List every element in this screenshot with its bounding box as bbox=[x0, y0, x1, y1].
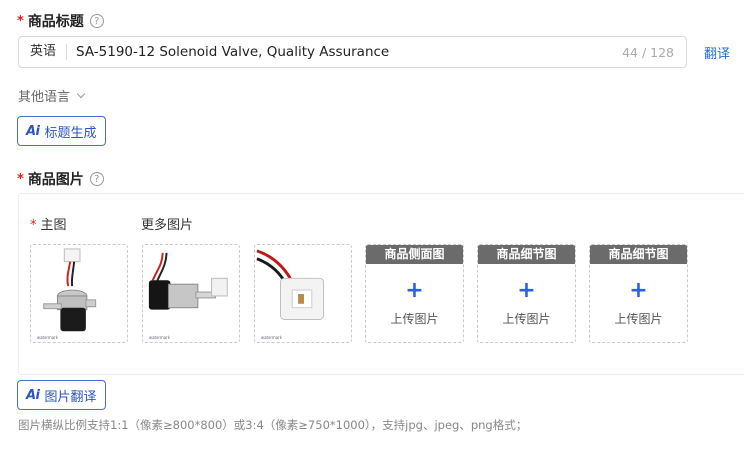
plus-icon: + bbox=[629, 278, 648, 303]
required-mark: * bbox=[30, 218, 37, 233]
other-languages-label: 其他语言 bbox=[18, 90, 71, 105]
chevron-down-icon bbox=[76, 89, 86, 98]
svg-text:watermark: watermark bbox=[37, 335, 59, 340]
upload-slot-detail-2[interactable]: 商品细节图 + 上传图片 bbox=[589, 244, 688, 343]
question-circle-icon[interactable]: ? bbox=[89, 172, 104, 186]
title-section-label: * 商品标题 ? bbox=[17, 11, 104, 31]
slot-header: 商品细节图 bbox=[478, 245, 575, 264]
plus-icon: + bbox=[517, 278, 536, 303]
image-format-hint: 图片横纵比例支持1:1（像素≥800*800）或3:4（像素≥750*1000）… bbox=[18, 418, 528, 432]
title-value[interactable]: SA-5190-12 Solenoid Valve, Quality Assur… bbox=[67, 44, 622, 60]
title-label: 商品标题 bbox=[27, 14, 84, 30]
required-mark: * bbox=[17, 13, 24, 29]
slot-header: 商品侧面图 bbox=[366, 245, 463, 264]
image-label: 商品图片 bbox=[27, 172, 84, 188]
plus-icon: + bbox=[405, 278, 424, 303]
svg-text:watermark: watermark bbox=[261, 335, 283, 340]
language-tag: 英语 bbox=[19, 44, 68, 60]
required-mark: * bbox=[17, 171, 24, 187]
other-languages-toggle[interactable]: 其他语言 bbox=[18, 86, 86, 105]
upload-label: 上传图片 bbox=[502, 312, 551, 326]
more-image-1[interactable]: watermark bbox=[142, 244, 240, 343]
connector-photo: watermark bbox=[256, 249, 325, 340]
ai-title-generate-label: 标题生成 bbox=[44, 125, 97, 141]
main-image[interactable]: watermark bbox=[30, 244, 128, 343]
upload-slot-detail-1[interactable]: 商品细节图 + 上传图片 bbox=[477, 244, 576, 343]
main-image-label-text: 主图 bbox=[40, 218, 67, 233]
svg-text:watermark: watermark bbox=[149, 335, 171, 340]
more-image-2[interactable]: watermark bbox=[254, 244, 352, 343]
slot-header: 商品细节图 bbox=[590, 245, 687, 264]
ai-icon: Ai bbox=[26, 387, 40, 403]
title-input[interactable]: 英语 SA-5190-12 Solenoid Valve, Quality As… bbox=[18, 36, 687, 68]
ai-title-generate-button[interactable]: Ai 标题生成 bbox=[17, 116, 106, 146]
question-circle-icon[interactable]: ? bbox=[89, 14, 104, 28]
translate-link[interactable]: 翻译 bbox=[704, 43, 730, 62]
solenoid-photo-1: watermark bbox=[37, 248, 97, 340]
upload-slot-side-view[interactable]: 商品侧面图 + 上传图片 bbox=[365, 244, 464, 343]
more-images-label: 更多图片 bbox=[141, 218, 194, 233]
ai-image-translate-button[interactable]: Ai 图片翻译 bbox=[17, 380, 106, 410]
ai-image-translate-label: 图片翻译 bbox=[44, 389, 97, 405]
char-counter: 44 / 128 bbox=[622, 44, 674, 60]
ai-icon: Ai bbox=[26, 123, 40, 139]
solenoid-photo-2: watermark bbox=[148, 252, 228, 340]
main-image-label: * 主图 bbox=[30, 214, 67, 233]
upload-label: 上传图片 bbox=[614, 312, 663, 326]
image-section-label: * 商品图片 ? bbox=[17, 169, 104, 189]
upload-label: 上传图片 bbox=[390, 312, 439, 326]
